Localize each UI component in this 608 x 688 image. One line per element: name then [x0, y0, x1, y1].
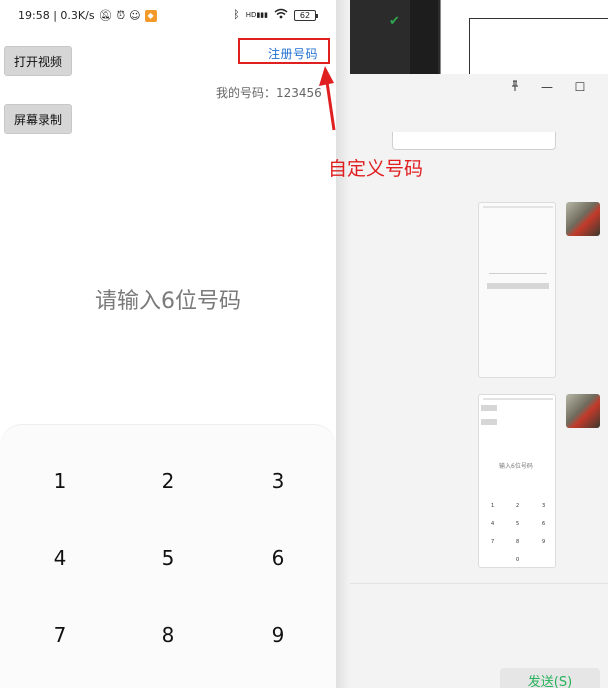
my-number-label: 我的号码：123456: [216, 86, 322, 100]
signal-icon: HD▮▮▮: [245, 11, 268, 19]
key-3[interactable]: 3: [228, 457, 328, 505]
key-6[interactable]: 6: [228, 534, 328, 582]
key-4[interactable]: 4: [10, 534, 110, 582]
pin-icon[interactable]: [506, 80, 524, 95]
key-9[interactable]: 9: [228, 611, 328, 659]
wifi-icon: [274, 8, 288, 22]
mute-icon: 🔕︎: [98, 8, 113, 22]
status-time: 19:58 | 0.3K/s: [18, 9, 95, 22]
key-8[interactable]: 8: [118, 611, 218, 659]
thumb-status-line: [483, 206, 553, 208]
screen-record-button[interactable]: 屏幕录制: [4, 104, 72, 134]
screen: 19:58 | 0.3K/s 🔕︎ ⏰︎ ☺ ◆ ᛒ HD▮▮▮ 62 打开视频…: [0, 0, 608, 688]
phone-screen: 19:58 | 0.3K/s 🔕︎ ⏰︎ ☺ ◆ ᛒ HD▮▮▮ 62 打开视频…: [0, 0, 336, 688]
number-prompt: 请输入6位号码: [95, 289, 241, 314]
register-number-link[interactable]: 注册号码: [268, 45, 318, 62]
battery-icon: 62: [294, 9, 318, 21]
open-video-button[interactable]: 打开视频: [4, 46, 72, 76]
network-badge: HD: [245, 11, 257, 19]
face-icon: ☺: [129, 8, 141, 22]
avatar[interactable]: [566, 202, 600, 236]
thumb-key: 0: [516, 557, 520, 563]
thumb-key: 7: [491, 539, 495, 545]
bluetooth-icon: ᛒ: [233, 8, 240, 21]
thumb-key: 6: [542, 521, 546, 527]
thumb-button: [481, 419, 497, 425]
status-left: 19:58 | 0.3K/s 🔕︎ ⏰︎ ☺ ◆: [18, 9, 157, 22]
key-7[interactable]: 7: [10, 611, 110, 659]
status-bar: 19:58 | 0.3K/s 🔕︎ ⏰︎ ☺ ◆ ᛒ HD▮▮▮ 62: [0, 0, 336, 30]
thumb-key: 8: [516, 539, 520, 545]
annotation-arrow: [319, 66, 336, 131]
preview-window: [440, 0, 608, 74]
keypad: 1 2 3 4 5 6 7 8 9: [0, 424, 336, 688]
check-icon: ✔: [389, 14, 400, 29]
chat-bubble-edge: [392, 132, 556, 150]
thumb-button: [487, 283, 549, 289]
thumb-key: 5: [516, 521, 520, 527]
thumb-key: 4: [491, 521, 495, 527]
key-5[interactable]: 5: [118, 534, 218, 582]
thumb-button: [481, 405, 497, 411]
annotation-label: 自定义号码: [328, 158, 424, 180]
minimize-icon[interactable]: —: [538, 80, 556, 94]
preview-inner-frame: [469, 18, 608, 74]
chat-title-bar: [350, 74, 608, 106]
avatar[interactable]: [566, 394, 600, 428]
thumb-key: 2: [516, 503, 520, 509]
status-right: ᛒ HD▮▮▮ 62: [233, 8, 318, 22]
screenshot-thumbnail-2[interactable]: 输入6位号码 1 2 3 4 5 6 7 8 9 0: [478, 394, 556, 568]
input-separator: [350, 583, 608, 584]
send-button[interactable]: 发送(S): [500, 668, 600, 688]
screenshot-thumbnail-1[interactable]: [478, 202, 556, 378]
maximize-icon[interactable]: ☐: [571, 80, 589, 94]
dark-column: [410, 0, 438, 74]
thumb-key: 9: [542, 539, 546, 545]
key-1[interactable]: 1: [10, 457, 110, 505]
thumb-prompt: 输入6位号码: [499, 463, 533, 470]
thumb-key: 3: [542, 503, 546, 509]
app-notification-icon: ◆: [144, 9, 157, 22]
alarm-icon: ⏰︎: [116, 8, 126, 22]
thumb-key: 1: [491, 503, 495, 509]
thumb-input-line: [489, 273, 547, 274]
thumb-status-line: [483, 398, 553, 400]
key-2[interactable]: 2: [118, 457, 218, 505]
